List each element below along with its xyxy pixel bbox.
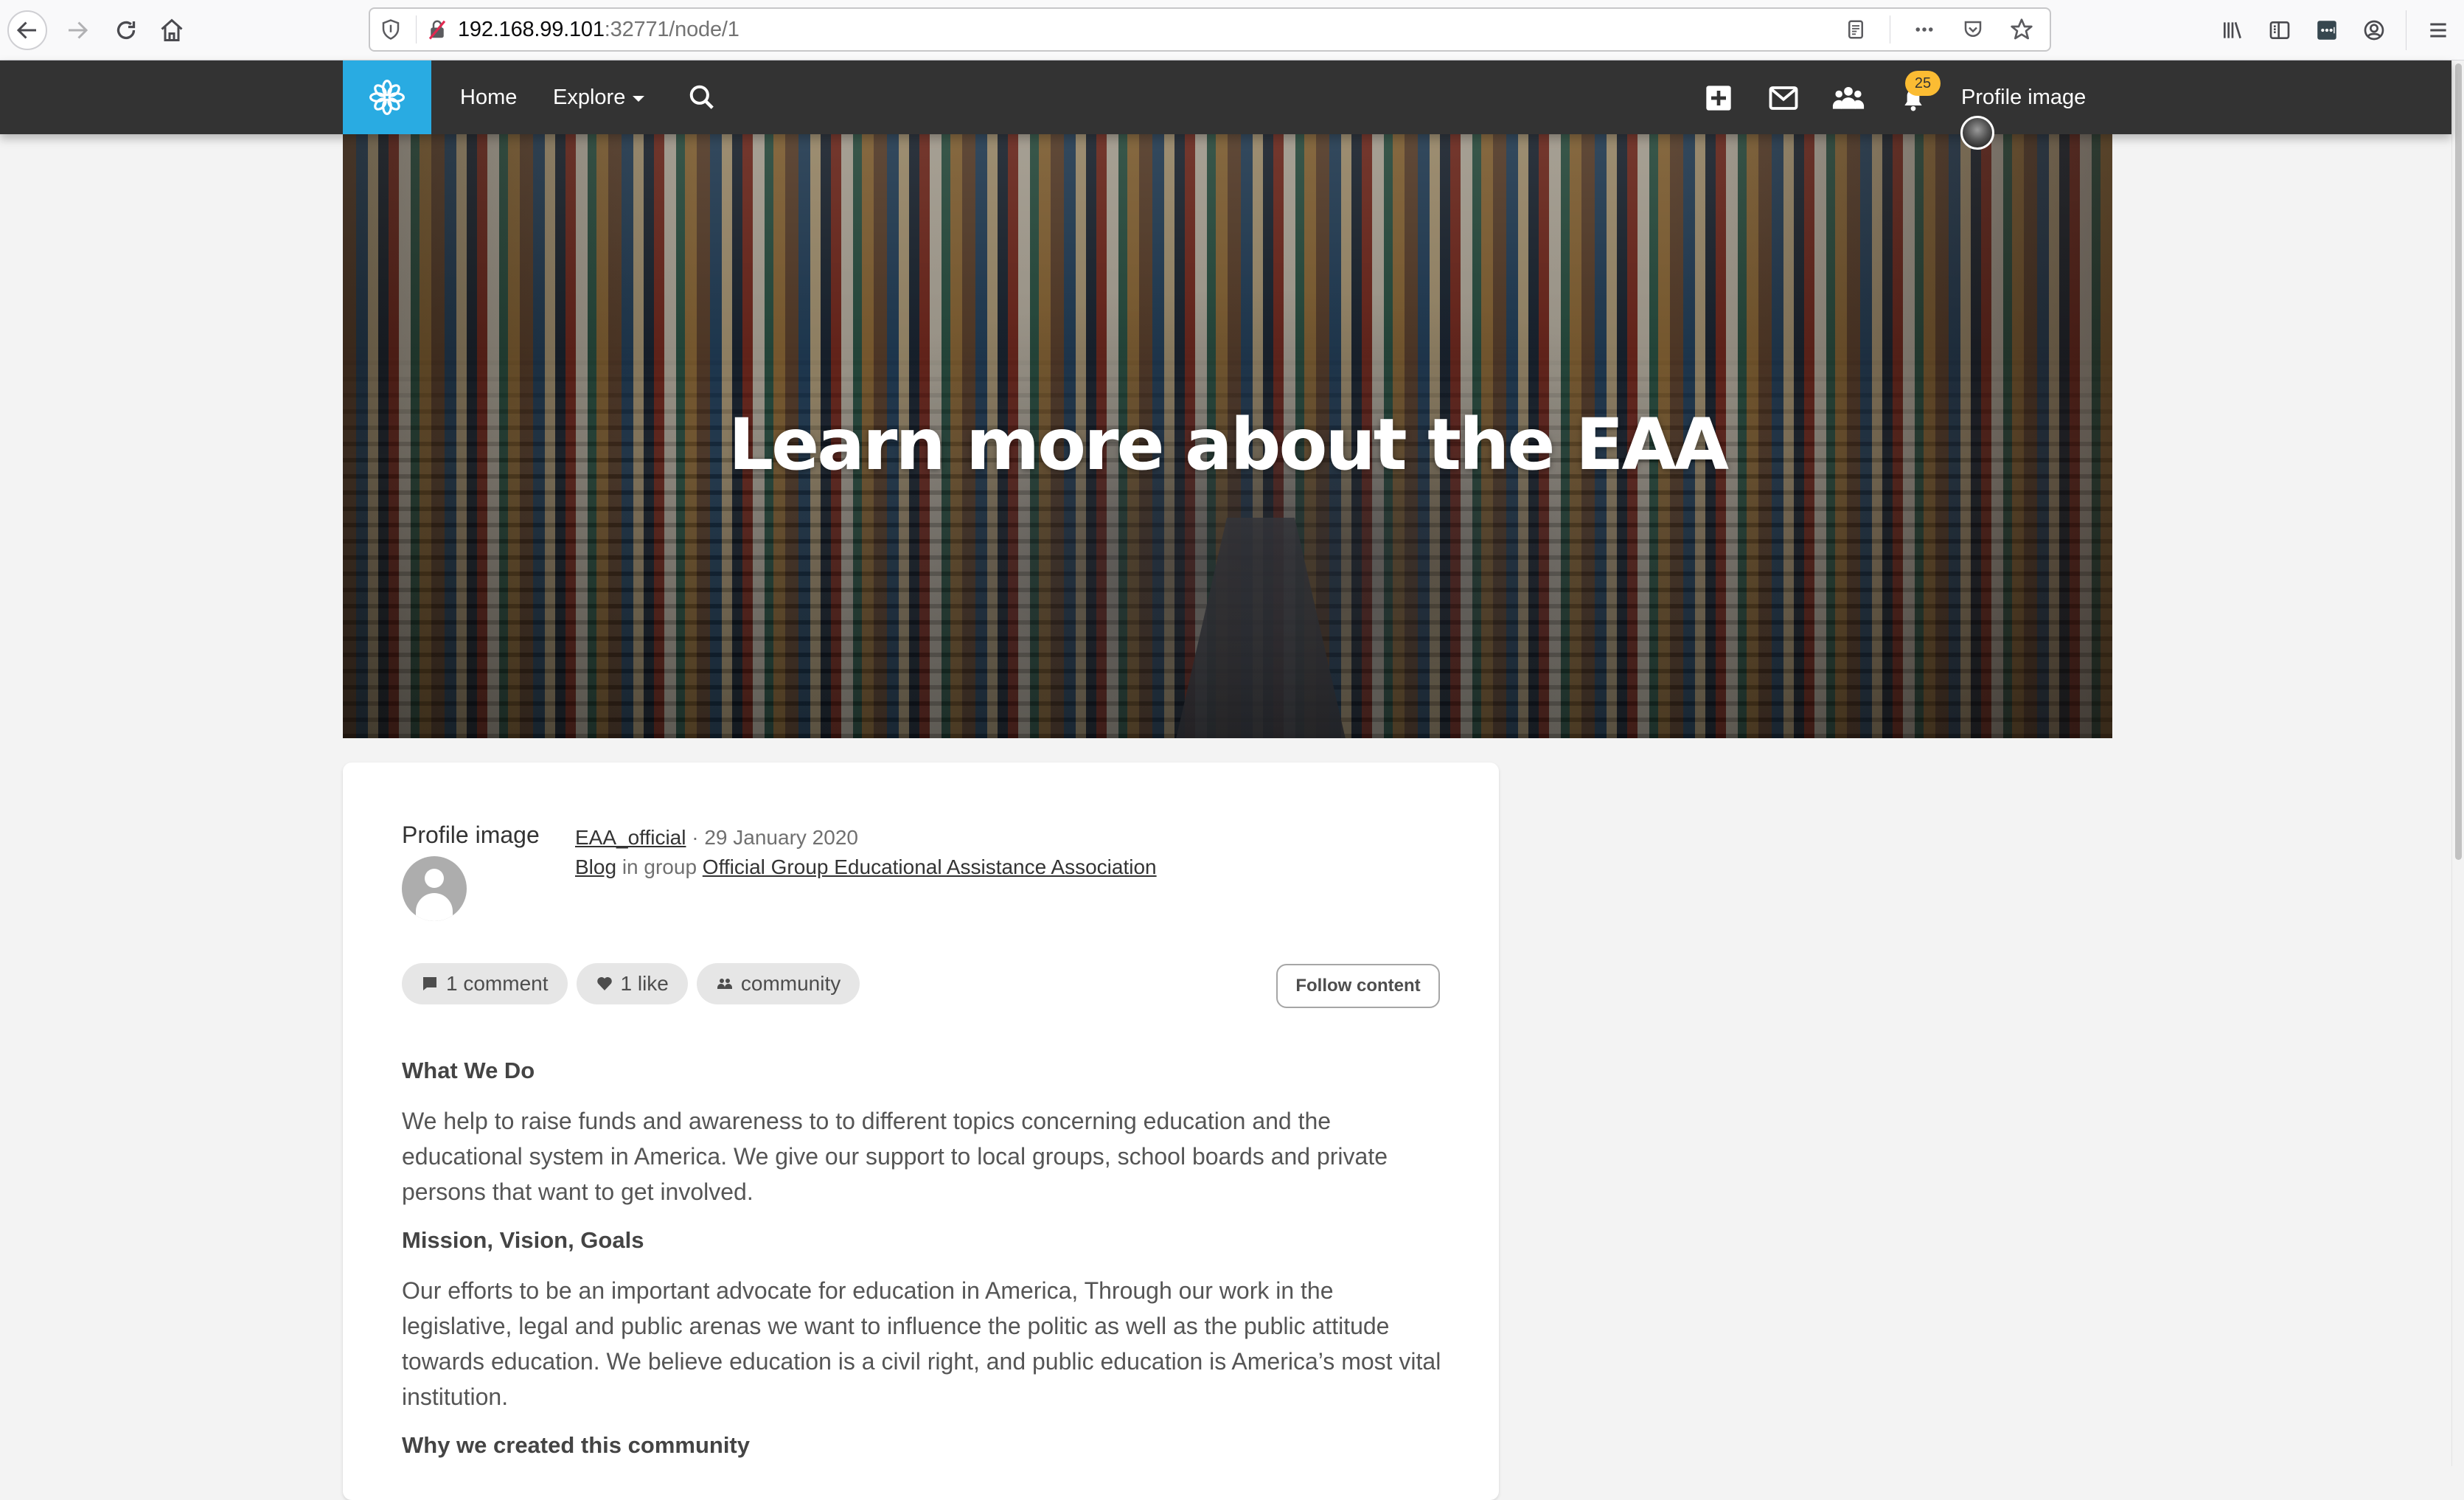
star-icon[interactable] [2007,15,2036,44]
insecure-lock-icon[interactable] [421,9,453,50]
post-meta-line-2: Blog in group Official Group Educational… [575,853,1157,882]
flower-logo-icon [369,80,405,115]
site-logo[interactable] [343,60,431,134]
post-body: What We Do We help to raise funds and aw… [402,1058,1449,1478]
caret-down-icon [633,96,645,102]
mail-icon[interactable] [1767,81,1800,115]
author-link[interactable]: EAA_official [575,826,686,849]
author-avatar[interactable] [402,856,467,921]
nav-explore-dropdown[interactable]: Explore [553,60,645,134]
page-scrollbar[interactable] [2451,60,2464,1466]
in-group-text: in group [616,855,703,878]
comments-count: 1 comment [446,972,549,995]
account-icon[interactable] [2359,15,2390,46]
section-heading: Why we created this community [402,1432,750,1458]
section-text: Our efforts to be an important advocate … [402,1277,1441,1410]
groups-icon[interactable] [1831,81,1865,115]
comments-pill[interactable]: 1 comment [402,963,568,1004]
browser-toolbar-right [2217,10,2464,50]
likes-pill[interactable]: 1 like [576,963,688,1004]
pocket-icon[interactable] [1958,15,1988,44]
reload-button[interactable] [106,10,146,50]
avatar-body-shape [416,893,453,921]
post-card: Profile image EAA_official · 29 January … [343,763,1499,1500]
hero-banner: Learn more about the EAA [343,134,2112,738]
post-meta-line-1: EAA_official · 29 January 2020 [575,823,1157,853]
shield-icon[interactable] [370,9,411,50]
search-icon[interactable] [686,81,718,114]
heart-icon [596,976,612,990]
arrow-right-icon [69,21,88,39]
profile-avatar[interactable] [1960,116,1994,150]
add-content-icon[interactable] [1702,81,1736,115]
section-heading: Mission, Vision, Goals [402,1227,644,1253]
post-type-link[interactable]: Blog [575,855,616,878]
visibility-pill[interactable]: community [696,963,860,1004]
forward-button[interactable] [58,10,97,50]
section-text: We help to raise funds and awareness to … [402,1108,1388,1205]
comment-icon [423,977,436,990]
avatar-head-shape [425,869,444,888]
nav-explore-label: Explore [553,85,626,109]
back-button[interactable] [7,10,47,50]
nav-home-link[interactable]: Home [460,60,517,134]
author-profile-image-label: Profile image [402,822,540,848]
group-link[interactable]: Official Group Educational Assistance As… [703,855,1157,878]
follow-content-button[interactable]: Follow content [1276,964,1440,1008]
post-date: 29 January 2020 [704,826,858,849]
url-bar[interactable]: 192.168.99.101:32771/node/1 [369,7,2051,52]
visibility-label: community [740,972,841,995]
likes-count: 1 like [620,972,669,995]
scrollbar-thumb[interactable] [2455,63,2462,860]
hamburger-menu-icon[interactable] [2423,15,2454,46]
url-text[interactable]: 192.168.99.101:32771/node/1 [458,18,739,42]
community-icon [717,979,732,989]
url-host: 192.168.99.101 [458,17,605,41]
extension-icon[interactable] [2311,15,2342,46]
page-title: Learn more about the EAA [728,403,1729,486]
url-separator [416,15,417,44]
home-icon [161,18,183,41]
reload-icon [116,21,136,40]
library-icon[interactable] [2217,15,2248,46]
reader-view-icon[interactable] [1841,15,1870,44]
home-button[interactable] [152,10,192,50]
more-dots-icon[interactable] [1910,15,1939,44]
meta-separator: · [686,826,705,849]
section-heading: What We Do [402,1058,535,1083]
post-stats: 1 comment 1 like community [402,963,860,1004]
post-meta: EAA_official · 29 January 2020 Blog in g… [575,823,1157,882]
browser-toolbar: 192.168.99.101:32771/node/1 [0,0,2464,60]
notification-count-badge: 25 [1905,71,1941,96]
url-path: :32771/node/1 [604,17,739,41]
sidebar-icon[interactable] [2264,15,2295,46]
url-actions [1841,9,2036,50]
arrow-left-icon [16,21,36,39]
